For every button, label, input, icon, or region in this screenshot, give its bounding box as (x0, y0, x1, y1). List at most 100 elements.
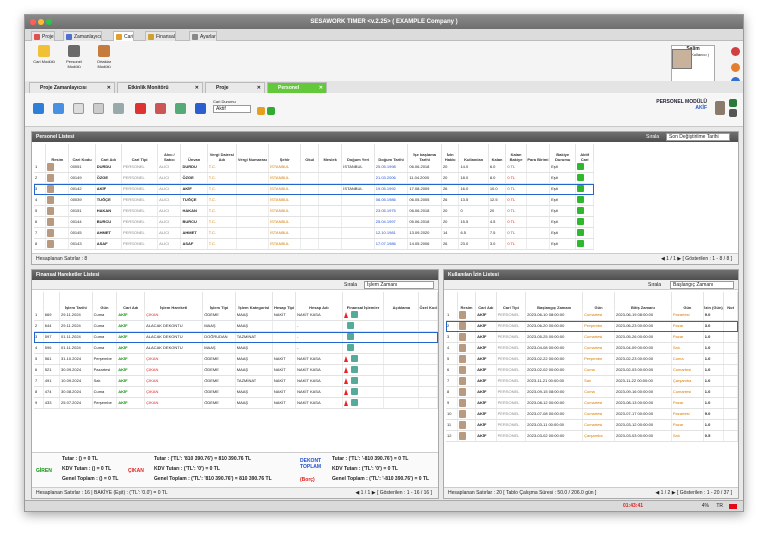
tab-proje-zamanlayicisi[interactable]: Proje Zamanlayıcısı ✕ (29, 82, 115, 93)
table-row[interactable]: 6 00144 BURCU PERSONEL ALICI BURCU T.C. İSTANBU… (34, 216, 594, 228)
cari-durumu-select[interactable]: Aktif (213, 105, 251, 113)
table-row[interactable]: 5 561 31.10.2024 Perşembe AKİF ÇIKAN ÖDEME MAAŞ… (34, 353, 438, 365)
table-cell: PERSONEL (121, 238, 159, 250)
table-row[interactable]: 1 AKİF PERSONEL 2023-06-10 08:00:00 Cumartes… (446, 310, 738, 321)
table-row[interactable]: 5 00151 HAKAN PERSONEL ALICI HAKAN T.C. İSTANBU… (34, 205, 594, 217)
filter-icon[interactable] (257, 107, 265, 115)
table-row[interactable]: 8 AKİF PERSONEL 2023-09-15 08:00:00 Cuma 2023… (446, 386, 738, 398)
financial-action-cell[interactable] (342, 386, 385, 398)
table-row[interactable]: 3 597 01.11.2024 Cuma AKİF ALACAK DEKONTU DOĞR… (34, 331, 438, 343)
table-row[interactable]: 3 AKİF PERSONEL 2023-05-25 00:00:00 Cumartes… (446, 331, 738, 343)
active-checkbox[interactable] (575, 162, 594, 173)
table-row[interactable]: 3 00142 AKİF PERSONEL ALICI AKİF T.C. İSTANBUL İ… (34, 183, 594, 195)
language-indicator[interactable]: TR (716, 501, 723, 511)
active-checkbox[interactable] (575, 227, 594, 239)
excel-icon[interactable] (729, 99, 737, 107)
column-header: Başlangıç Zamanı (525, 292, 584, 310)
home-icon[interactable] (53, 103, 64, 114)
table-row[interactable]: 2 00149 ÖZGE PERSONEL ALICI ÖZGE T.C. İSTANBUL 2… (34, 172, 594, 184)
financial-action-cell[interactable] (342, 364, 385, 376)
active-checkbox[interactable] (575, 238, 594, 250)
table-cell: 06.06.2018 (407, 162, 442, 173)
delete-icon[interactable] (135, 103, 146, 114)
minimize-dot[interactable] (38, 19, 44, 25)
print-icon[interactable] (729, 109, 737, 117)
ortaklar-module-button[interactable]: Ortaklar Modülü (91, 45, 117, 69)
table-row[interactable]: 4 00039 TUĞÇE PERSONEL ALICI TUĞÇE T.C. İSTANBU… (34, 194, 594, 206)
tab-finansal[interactable]: Finansal (145, 31, 176, 41)
tab-personel[interactable]: Personel ✕ (267, 82, 327, 93)
table-cell: 10 (446, 408, 458, 420)
tab-zamanlayici[interactable]: Zamanlayıcı (63, 31, 103, 41)
maximize-dot[interactable] (46, 19, 52, 25)
table-cell: AKİF (116, 364, 146, 376)
active-checkbox[interactable] (575, 183, 594, 195)
table-row[interactable]: 2 AKİF PERSONEL 2023-06-20 00:00:00 Perşembe… (446, 320, 738, 332)
tab-ayarlar[interactable]: Ayarlar (189, 31, 217, 41)
next-page-button[interactable]: ▶ (670, 490, 677, 496)
tab-proje[interactable]: Proje (31, 31, 55, 41)
tab-cari[interactable]: Cari (113, 31, 135, 41)
financial-action-cell[interactable] (342, 310, 385, 321)
new-document-icon[interactable] (73, 103, 84, 114)
table-row[interactable]: 2 644 29.11.2024 Cuma AKİF ALACAK DEKONTU MAAŞ… (34, 320, 438, 332)
copy-icon[interactable] (93, 103, 104, 114)
financial-action-cell[interactable] (342, 320, 385, 332)
next-page-button[interactable]: ▶ (370, 490, 377, 496)
table-cell: Çarşamba (671, 375, 704, 387)
table-row[interactable]: 4 AKİF PERSONEL 2023-04-08 00:00:00 Cumartes… (446, 342, 738, 354)
info-icon[interactable] (195, 103, 206, 114)
checkbox-icon[interactable] (267, 107, 275, 115)
financial-action-cell[interactable] (342, 375, 385, 387)
sort-select[interactable]: Son Değiştirilme Tarihi (666, 133, 730, 141)
active-checkbox[interactable] (575, 194, 594, 206)
table-row[interactable]: 10 AKİF PERSONEL 2023-07-08 00:00:00 Cumarte… (446, 408, 738, 420)
power-icon[interactable] (731, 47, 740, 56)
active-checkbox[interactable] (575, 205, 594, 217)
next-page-button[interactable]: ▶ (676, 256, 683, 262)
cut-icon[interactable] (155, 103, 166, 114)
table-row[interactable]: 1 669 29.11.2024 Cuma AKİF ÇIKAN ÖDEME MAAŞ NAKİ… (34, 310, 438, 321)
table-cell (318, 216, 343, 228)
active-checkbox[interactable] (575, 216, 594, 228)
izin-panel: Kullanılan İzin Listesi Sırala Başlangıç… (443, 269, 739, 499)
edit-icon[interactable] (113, 103, 124, 114)
table-row[interactable]: 6 AKİF PERSONEL 2023-02-02 00:00:00 Cuma 2023… (446, 364, 738, 376)
table-row[interactable]: 6 521 30.09.2024 Pazartesi AKİF ÇIKAN ÖDEME MAA… (34, 364, 438, 376)
tab-proje-sub[interactable]: Proje ✕ (205, 82, 265, 93)
table-row[interactable]: 7 491 10.09.2024 Salı AKİF ÇIKAN ÖDEME TAZMİNAT… (34, 375, 438, 387)
sort-select[interactable]: Başlangıç Zamanı (670, 281, 734, 289)
financial-action-cell[interactable] (342, 353, 385, 365)
personel-module-button[interactable]: Personel Modülü (61, 45, 87, 69)
table-cell (723, 408, 738, 420)
settings-gear-icon[interactable] (731, 63, 740, 72)
table-row[interactable]: 7 00145 AHMET PERSONEL ALICI AHMET T.C. İSTANBU… (34, 227, 594, 239)
table-row[interactable]: 7 AKİF PERSONEL 2023-11-21 00:00:00 Salı 2023… (446, 375, 738, 387)
financial-action-cell[interactable] (342, 342, 385, 354)
table-row[interactable]: 9 AKİF PERSONEL 2023-08-12 00:00:00 Cumartes… (446, 397, 738, 409)
person-card-icon[interactable] (715, 101, 725, 115)
table-row[interactable]: 8 00143 ASAF PERSONEL ALICI ASAF T.C. İSTANBUL 1… (34, 238, 594, 250)
close-dot[interactable] (30, 19, 36, 25)
table-row[interactable]: 11 AKİF PERSONEL 2023-03-11 00:00:00 Cumarte… (446, 419, 738, 431)
select-icon[interactable] (175, 103, 186, 114)
financial-action-cell[interactable] (342, 397, 385, 409)
refresh-icon[interactable] (33, 103, 44, 114)
table-row[interactable]: 1 00051 DURDU PERSONEL ALICI DURDU T.C. İSTANBU… (34, 162, 594, 173)
table-cell: 0 TL (505, 172, 527, 184)
cari-module-button[interactable]: Cari Modülü (31, 45, 57, 64)
tab-etkinlik-monitoru[interactable]: Etkinlik Monitörü ✕ (117, 82, 203, 93)
table-cell: PERSONEL (121, 162, 159, 173)
column-header: Resim (457, 292, 477, 310)
table-row[interactable]: 4 596 01.11.2024 Cuma AKİF ALACAK DEKONTU MAAŞ… (34, 342, 438, 354)
table-cell: Perşembe (582, 353, 615, 365)
table-row[interactable]: 8 474 30.08.2024 Cuma AKİF ÇIKAN ÖDEME MAAŞ NAKİ… (34, 386, 438, 398)
table-cell (526, 227, 551, 239)
table-row[interactable]: 9 433 25.07.2024 Perşembe AKİF ÇIKAN ÖDEME MAAŞ… (34, 397, 438, 409)
arrow-up-icon (343, 355, 348, 362)
financial-action-cell[interactable] (342, 331, 385, 343)
table-row[interactable]: 12 AKİF PERSONEL 2023-03-02 00:00:00 Çarşamb… (446, 430, 738, 442)
table-row[interactable]: 5 AKİF PERSONEL 2023-02-22 00:00:00 Perşembe… (446, 353, 738, 365)
active-checkbox[interactable] (575, 172, 594, 184)
sort-select[interactable]: İşlem Zamanı (364, 281, 434, 289)
